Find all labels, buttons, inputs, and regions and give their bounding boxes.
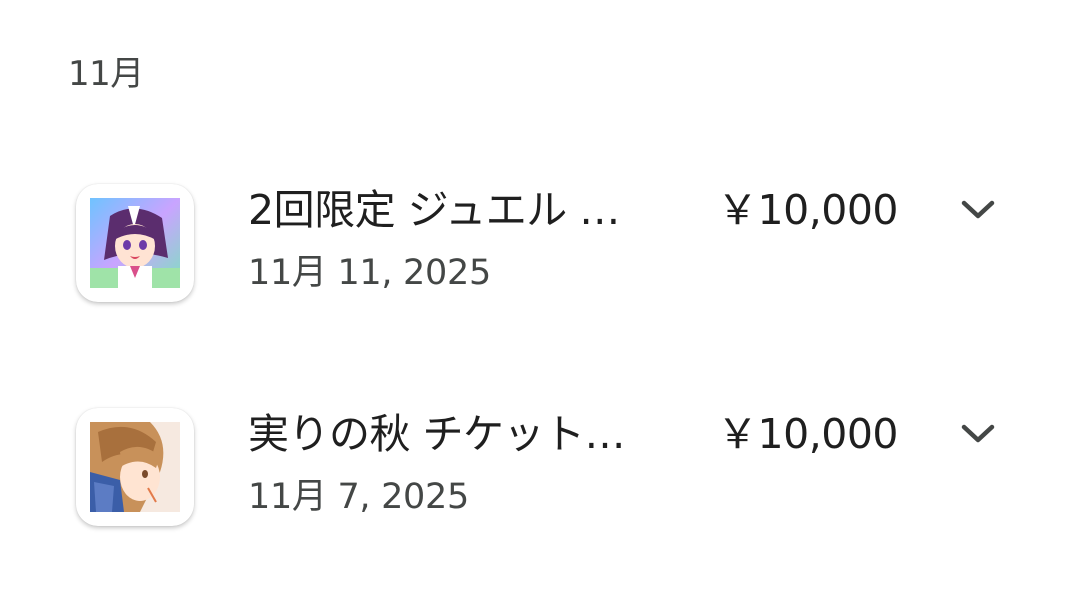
app-icon xyxy=(76,408,194,526)
purchase-row[interactable]: 2回限定 ジュエル … 11月 11, 2025 ￥10,000 xyxy=(0,162,1080,322)
anime-character-icon xyxy=(90,198,180,288)
app-icon xyxy=(76,184,194,302)
item-title: 実りの秋 チケット… xyxy=(248,410,626,458)
month-header: 11月 xyxy=(68,54,144,94)
anime-character-icon xyxy=(90,422,180,512)
purchase-row[interactable]: 実りの秋 チケット… 11月 7, 2025 ￥10,000 xyxy=(0,386,1080,546)
item-price: ￥10,000 xyxy=(717,186,898,234)
expand-button[interactable] xyxy=(950,184,1006,236)
purchase-date: 11月 7, 2025 xyxy=(248,477,469,517)
chevron-down-icon xyxy=(961,424,995,443)
item-price: ￥10,000 xyxy=(717,410,898,458)
expand-button[interactable] xyxy=(950,408,1006,460)
chevron-down-icon xyxy=(961,200,995,219)
purchase-date: 11月 11, 2025 xyxy=(248,253,491,293)
item-title: 2回限定 ジュエル … xyxy=(248,186,620,234)
